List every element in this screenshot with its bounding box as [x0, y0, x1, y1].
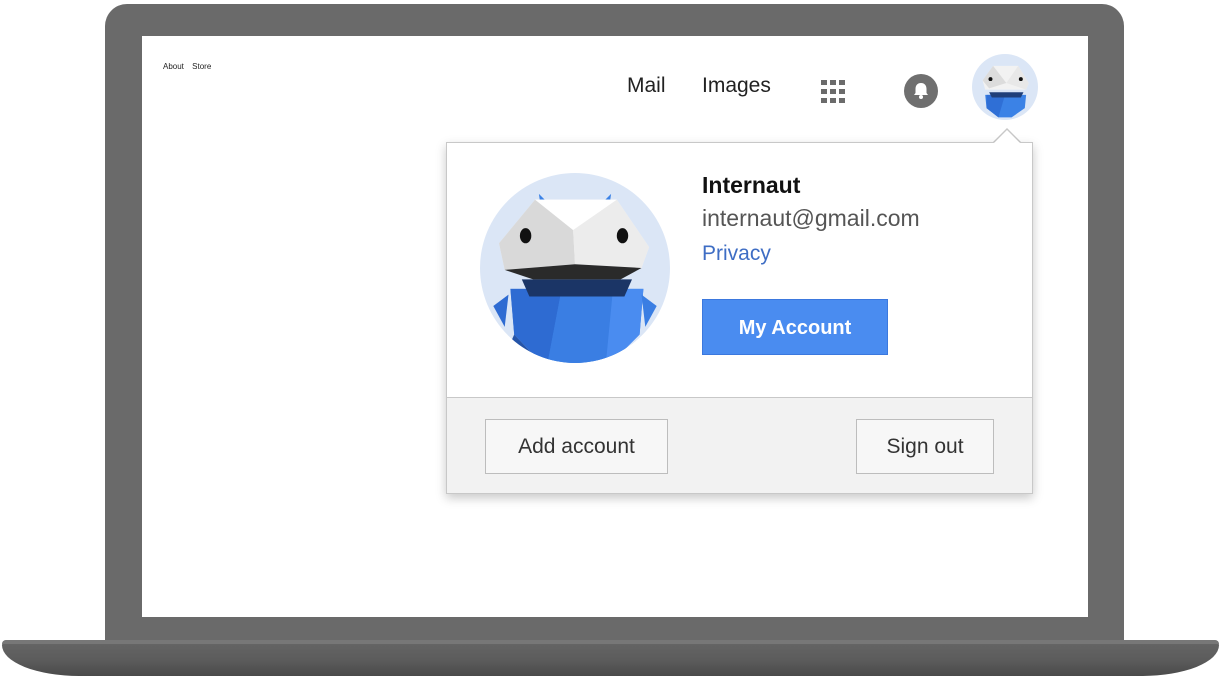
- laptop-base: [2, 640, 1219, 676]
- images-link[interactable]: Images: [702, 74, 771, 98]
- mail-link[interactable]: Mail: [627, 74, 666, 98]
- privacy-link[interactable]: Privacy: [702, 242, 771, 266]
- store-link[interactable]: Store: [192, 62, 211, 71]
- laptop-mockup: About Store Mail Images Internaut intern…: [0, 0, 1221, 680]
- top-links: About Store: [163, 62, 217, 71]
- header-avatar[interactable]: [972, 54, 1038, 120]
- bell-icon: [914, 83, 928, 99]
- popover-footer: Add account Sign out: [447, 397, 1032, 493]
- about-link[interactable]: About: [163, 62, 184, 71]
- account-name: Internaut: [702, 172, 801, 198]
- account-popover: Internaut internaut@gmail.com Privacy My…: [446, 142, 1033, 494]
- my-account-button[interactable]: My Account: [702, 299, 888, 355]
- apps-grid-icon[interactable]: [821, 80, 851, 104]
- sign-out-button[interactable]: Sign out: [856, 419, 994, 474]
- laptop-base-edge: [2, 640, 1219, 644]
- notifications-button[interactable]: [904, 74, 938, 108]
- popover-arrow-fill: [993, 130, 1021, 144]
- browser-screen: About Store Mail Images Internaut intern…: [142, 36, 1088, 617]
- profile-avatar: [480, 173, 670, 363]
- account-email: internaut@gmail.com: [702, 205, 920, 231]
- add-account-button[interactable]: Add account: [485, 419, 668, 474]
